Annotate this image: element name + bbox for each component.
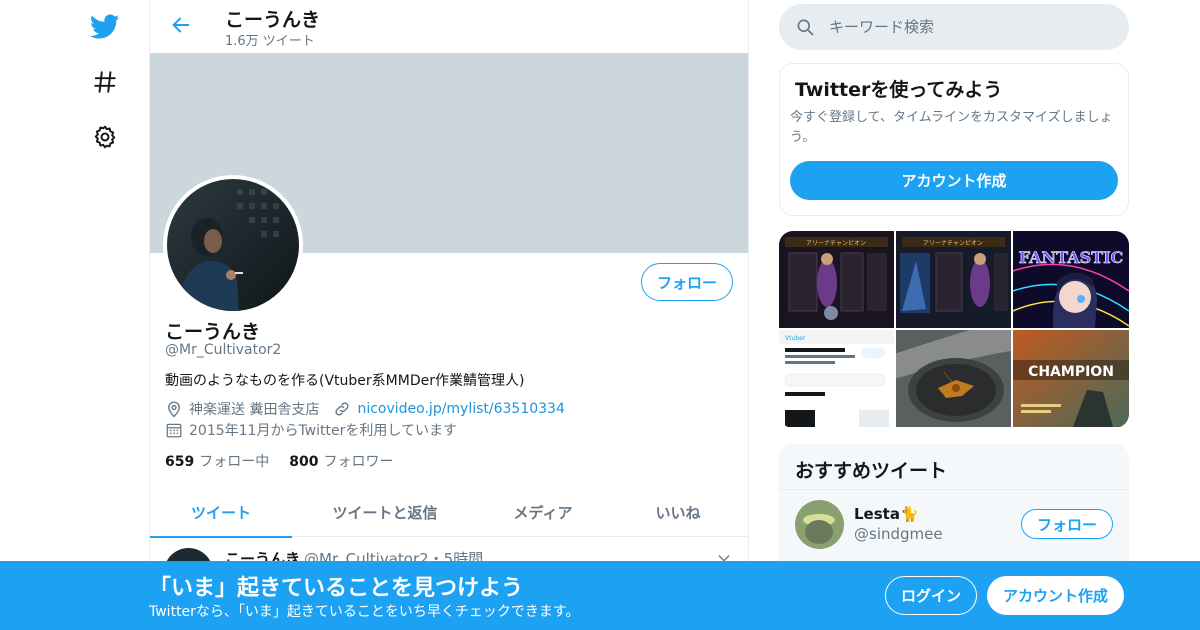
media-tile-caption: Vtuber [785, 335, 806, 342]
media-tile-caption: CHAMPION [1028, 364, 1114, 380]
profile-tabs: ツイート ツイートと返信 メディア いいね [150, 487, 748, 538]
recommended-tweets: おすすめツイート Lesta🐈 @sindgmee フォロー [779, 444, 1129, 574]
profile-website-link[interactable]: nicovideo.jp/mylist/63510334 [357, 401, 564, 417]
profile-column: こーうんき 1.6万 ツイート フォロー こーうんき @Mr_Cultivato… [149, 0, 749, 630]
profile-name: こーうんき [165, 321, 261, 343]
profile-location: 神楽運送 糞田舎支店 [189, 402, 320, 418]
media-tile-caption: FANTASTIC [1019, 248, 1124, 267]
following-count: 659 [165, 454, 195, 470]
media-tile[interactable] [896, 330, 1011, 427]
header-name: こーうんき [225, 9, 321, 31]
media-tile[interactable]: FANTASTIC [1013, 231, 1129, 328]
follow-button[interactable]: フォロー [641, 263, 733, 301]
recommended-user-name[interactable]: Lesta🐈 [854, 505, 919, 523]
recommended-user-avatar[interactable] [795, 500, 844, 549]
login-button[interactable]: ログイン [885, 576, 977, 615]
profile-handle: @Mr_Cultivator2 [165, 342, 282, 358]
search-icon [795, 17, 815, 37]
profile-meta-joined-row: 2015年11月からTwitterを利用しています [165, 420, 457, 440]
media-tile-caption: アリーナチャンピオン [923, 240, 983, 247]
recommended-user-handle: @sindgmee [854, 525, 943, 543]
link-icon [333, 400, 351, 418]
twitter-bird-icon[interactable] [90, 12, 120, 42]
left-nav [80, 0, 130, 630]
divider [779, 489, 1129, 490]
followers-count: 800 [289, 454, 319, 470]
media-tile[interactable]: CHAMPION [1013, 330, 1129, 427]
gear-icon[interactable] [90, 122, 120, 152]
following-label: フォロー中 [199, 454, 270, 470]
profile-stats: 659 フォロー中 800 フォロワー [165, 451, 413, 471]
signup-card: Twitterを使ってみよう 今すぐ登録して、タイムラインをカスタマイズしましょ… [779, 63, 1129, 216]
page: こーうんき 1.6万 ツイート フォロー こーうんき @Mr_Cultivato… [0, 0, 1200, 630]
tab-tweets[interactable]: ツイート [150, 487, 292, 538]
back-arrow-icon[interactable] [168, 12, 194, 38]
recommended-title: おすすめツイート [795, 460, 948, 482]
profile-meta-location-row: 神楽運送 糞田舎支店 nicovideo.jp/mylist/63510334 [165, 399, 565, 419]
signup-card-text: 今すぐ登録して、タイムラインをカスタマイズしましょう。 [790, 110, 1113, 145]
profile-header-bar: こーうんき 1.6万 ツイート [150, 0, 748, 53]
search-box[interactable] [779, 4, 1129, 50]
signup-card-title: Twitterを使ってみよう [795, 79, 1003, 101]
tab-tweets-and-replies[interactable]: ツイートと返信 [292, 487, 478, 537]
following-stat[interactable]: 659 フォロー中 [165, 451, 269, 471]
signup-banner-subtitle: Twitterなら、「いま」起きていることをいち早くチェックできます。 [149, 604, 580, 620]
hashtag-icon[interactable] [90, 67, 120, 97]
profile-avatar-image [167, 179, 299, 311]
media-tile[interactable]: アリーナチャンピオン [779, 231, 894, 328]
profile-avatar[interactable] [163, 175, 303, 315]
search-input[interactable] [829, 18, 1099, 36]
media-grid: アリーナチャンピオン アリーナチャンピオン FANTASTIC Vtuber C… [779, 231, 1129, 428]
profile-bio: 動画のようなものを作る(Vtuber系MMDer作業鯖管理人) [165, 373, 525, 389]
followers-stat[interactable]: 800 フォロワー [289, 451, 393, 471]
calendar-icon [165, 421, 183, 439]
location-pin-icon [165, 400, 183, 418]
banner-create-account-button[interactable]: アカウント作成 [987, 576, 1124, 615]
media-tile[interactable]: Vtuber [779, 330, 894, 427]
recommended-follow-button[interactable]: フォロー [1021, 509, 1113, 539]
media-tile[interactable]: アリーナチャンピオン [896, 231, 1011, 328]
profile-joined-date: 2015年11月からTwitterを利用しています [189, 423, 457, 439]
media-tile-caption: アリーナチャンピオン [806, 240, 866, 247]
create-account-button[interactable]: アカウント作成 [790, 161, 1118, 200]
signup-banner: 「いま」起きていることを見つけよう Twitterなら、「いま」起きていることを… [0, 561, 1200, 630]
followers-label: フォロワー [323, 454, 394, 470]
header-tweet-count: 1.6万 ツイート [225, 34, 315, 49]
signup-banner-title: 「いま」起きていることを見つけよう [149, 576, 524, 601]
tab-media[interactable]: メディア [478, 487, 608, 537]
tab-likes[interactable]: いいね [608, 487, 748, 537]
